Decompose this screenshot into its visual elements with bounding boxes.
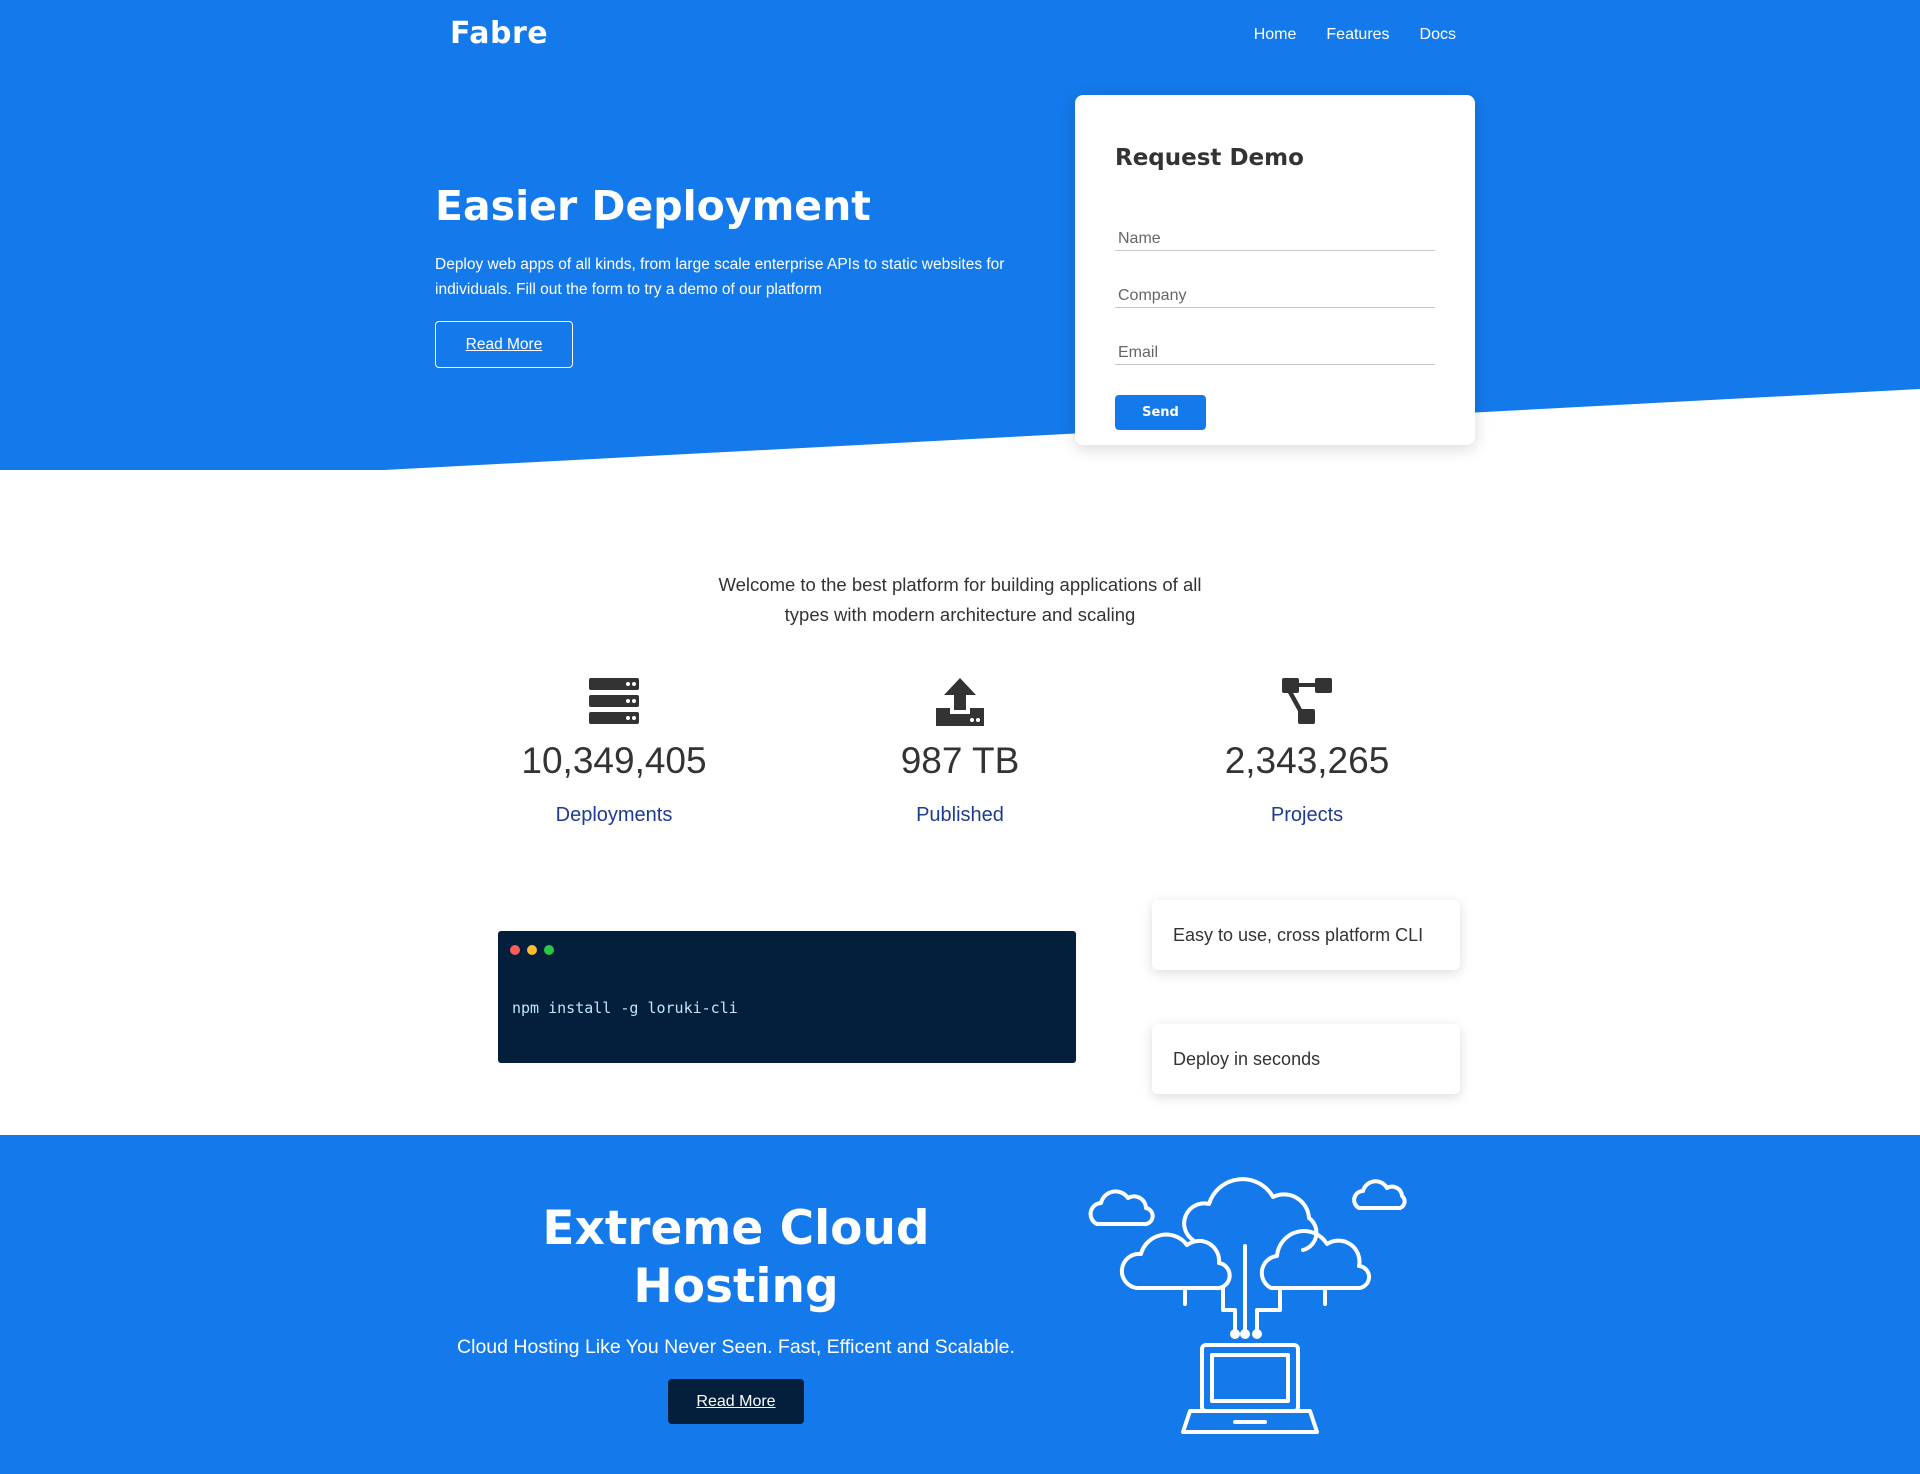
main-nav: Home Features Docs: [1254, 26, 1456, 44]
name-input[interactable]: [1115, 221, 1435, 250]
request-demo-title: Request Demo: [1115, 145, 1304, 171]
email-field-wrapper: [1115, 335, 1435, 365]
name-field-wrapper: [1115, 221, 1435, 251]
cloud-subtitle: Cloud Hosting Like You Never Seen. Fast,…: [457, 1336, 1015, 1358]
page: Fabre Home Features Docs Easier Deployme…: [0, 0, 1920, 1474]
stat-published-value: 987 TB: [900, 740, 1020, 781]
hero-title: Easier Deployment: [435, 182, 871, 230]
terminal-minimize-dot: [527, 945, 537, 955]
company-field-wrapper: [1115, 278, 1435, 308]
brand-logo[interactable]: Fabre: [450, 16, 548, 51]
stat-published-label: Published: [916, 804, 1004, 826]
feature-card-deploy: Deploy in seconds: [1152, 1024, 1460, 1094]
cloud-network-laptop-icon: [1088, 1177, 1407, 1434]
stat-published: 987 TB Published: [835, 676, 1085, 827]
stat-deployments-label: Deployments: [555, 804, 673, 826]
terminal-maximize-dot: [544, 945, 554, 955]
cloud-title: Extreme Cloud Hosting: [542, 1201, 930, 1314]
nav-features-link[interactable]: Features: [1326, 26, 1389, 44]
hero-description: Deploy web apps of all kinds, from large…: [435, 256, 1005, 298]
stat-deployments: 10,349,405 Deployments: [489, 676, 739, 827]
feature-card-cli: Easy to use, cross platform CLI: [1152, 900, 1460, 970]
terminal-close-dot: [510, 945, 520, 955]
upload-icon: [936, 678, 984, 726]
company-input[interactable]: [1115, 278, 1435, 307]
cli-terminal: npm install -g loruki-cli: [498, 931, 1076, 1063]
server-icon: [589, 678, 639, 724]
stat-projects-label: Projects: [1270, 804, 1344, 826]
stat-projects-value: 2,343,265: [1224, 740, 1390, 781]
cloud-read-more-button[interactable]: Read More: [668, 1379, 804, 1424]
request-demo-card: Request Demo Send: [1075, 95, 1475, 445]
project-diagram-icon: [1282, 678, 1332, 724]
hero-background: [0, 0, 1920, 470]
stat-deployments-value: 10,349,405: [521, 740, 707, 781]
nav-docs-link[interactable]: Docs: [1420, 26, 1456, 44]
send-button[interactable]: Send: [1115, 395, 1206, 430]
stat-projects: 2,343,265 Projects: [1182, 676, 1432, 827]
welcome-text: Welcome to the best platform for buildin…: [718, 574, 1202, 625]
email-input[interactable]: [1115, 335, 1435, 364]
nav-home-link[interactable]: Home: [1254, 26, 1297, 44]
hero-read-more-button[interactable]: Read More: [435, 321, 573, 368]
terminal-command: npm install -g loruki-cli: [512, 999, 738, 1017]
